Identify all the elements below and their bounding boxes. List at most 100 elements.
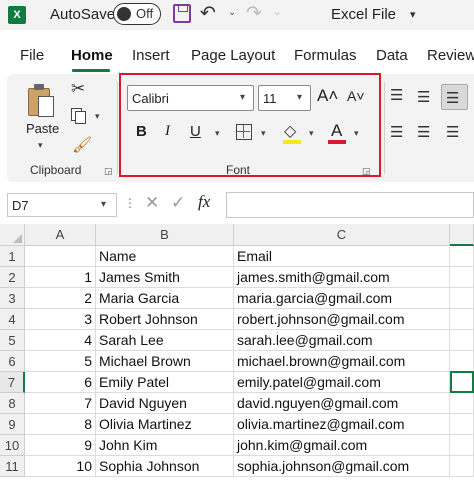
cell-b4[interactable]: Robert Johnson (96, 309, 234, 330)
cell-c10[interactable]: john.kim@gmail.com (234, 435, 450, 456)
cell-b11[interactable]: Sophia Johnson (96, 456, 234, 477)
cell-d2[interactable] (450, 267, 474, 288)
chevron-down-icon[interactable]: ▾ (410, 8, 416, 21)
cell-a5[interactable]: 4 (25, 330, 96, 351)
cell-b3[interactable]: Maria Garcia (96, 288, 234, 309)
redo-dropdown-icon[interactable]: ⌄ (273, 7, 281, 18)
align-left-icon[interactable]: ☰ (390, 123, 403, 141)
paste-dropdown-icon[interactable]: ▾ (38, 140, 43, 151)
cell-d8[interactable] (450, 393, 474, 414)
cell-a6[interactable]: 5 (25, 351, 96, 372)
row-header-5[interactable]: 5 (0, 330, 25, 351)
cell-b6[interactable]: Michael Brown (96, 351, 234, 372)
font-group-highlight (119, 73, 381, 177)
copy-dropdown-icon[interactable]: ▾ (95, 111, 100, 122)
column-header-c[interactable]: C (234, 224, 450, 246)
copy-icon[interactable] (71, 108, 86, 124)
row-header-11[interactable]: 11 (0, 456, 25, 477)
cell-b5[interactable]: Sarah Lee (96, 330, 234, 351)
align-center-icon[interactable]: ☰ (417, 123, 430, 141)
cell-d3[interactable] (450, 288, 474, 309)
active-cell-d7[interactable] (450, 371, 474, 393)
undo-icon[interactable]: ↶ (200, 2, 216, 25)
column-header-d[interactable] (450, 224, 474, 246)
cell-c2[interactable]: james.smith@gmail.com (234, 267, 450, 288)
cell-c11[interactable]: sophia.johnson@gmail.com (234, 456, 450, 477)
save-icon[interactable] (173, 4, 191, 23)
cell-d10[interactable] (450, 435, 474, 456)
row-header-10[interactable]: 10 (0, 435, 25, 456)
bottom-align-icon[interactable]: ☰ (446, 89, 459, 107)
row-header-1[interactable]: 1 (0, 246, 25, 267)
row-header-3[interactable]: 3 (0, 288, 25, 309)
paste-button[interactable]: Paste (26, 121, 59, 136)
cell-d6[interactable] (450, 351, 474, 372)
row-header-4[interactable]: 4 (0, 309, 25, 330)
top-align-icon[interactable]: ☰ (390, 86, 403, 104)
name-box-value: D7 (12, 198, 29, 213)
cell-c1[interactable]: Email (234, 246, 450, 267)
cell-b2[interactable]: James Smith (96, 267, 234, 288)
enter-icon[interactable]: ✓ (171, 193, 185, 213)
tab-file[interactable]: File (20, 47, 44, 64)
paste-icon[interactable] (28, 84, 56, 118)
cell-c8[interactable]: david.nguyen@gmail.com (234, 393, 450, 414)
cell-c3[interactable]: maria.garcia@gmail.com (234, 288, 450, 309)
cell-c7[interactable]: emily.patel@gmail.com (234, 372, 450, 393)
tab-formulas[interactable]: Formulas (294, 47, 357, 64)
cell-c6[interactable]: michael.brown@gmail.com (234, 351, 450, 372)
cell-a10[interactable]: 9 (25, 435, 96, 456)
insert-function-icon[interactable]: fx (198, 192, 210, 212)
row-header-2[interactable]: 2 (0, 267, 25, 288)
cell-a4[interactable]: 3 (25, 309, 96, 330)
cell-a7[interactable]: 6 (25, 372, 96, 393)
cell-d4[interactable] (450, 309, 474, 330)
tab-home[interactable]: Home (71, 47, 113, 64)
tab-data[interactable]: Data (376, 47, 408, 64)
cell-c9[interactable]: olivia.martinez@gmail.com (234, 414, 450, 435)
cell-c5[interactable]: sarah.lee@gmail.com (234, 330, 450, 351)
row-header-7[interactable]: 7 (0, 372, 25, 393)
cell-d1[interactable] (450, 246, 474, 267)
undo-dropdown-icon[interactable]: ⌄ (228, 7, 236, 18)
column-header-b[interactable]: B (96, 224, 234, 246)
cell-b9[interactable]: Olivia Martinez (96, 414, 234, 435)
cell-a1[interactable] (25, 246, 96, 267)
cell-a11[interactable]: 10 (25, 456, 96, 477)
file-title[interactable]: Excel File (331, 6, 396, 23)
autosave-state: Off (136, 6, 154, 21)
dialog-launcher-icon[interactable]: ◲ (104, 166, 113, 177)
cell-b7[interactable]: Emily Patel (96, 372, 234, 393)
formula-bar-resize-icon[interactable]: ⋮ (124, 196, 136, 210)
cell-a2[interactable]: 1 (25, 267, 96, 288)
ribbon-tabs: File Home Insert Page Layout Formulas Da… (0, 44, 474, 70)
format-painter-icon[interactable]: 🖌 (72, 135, 92, 155)
cell-a8[interactable]: 7 (25, 393, 96, 414)
formula-input[interactable] (226, 192, 474, 218)
autosave-label: AutoSave (50, 6, 116, 23)
cell-b10[interactable]: John Kim (96, 435, 234, 456)
row-header-6[interactable]: 6 (0, 351, 25, 372)
autosave-toggle[interactable]: Off (113, 3, 161, 25)
cut-icon[interactable]: ✂ (71, 79, 85, 99)
cell-d5[interactable] (450, 330, 474, 351)
cancel-icon[interactable]: ✕ (145, 193, 159, 213)
row-header-9[interactable]: 9 (0, 414, 25, 435)
tab-review[interactable]: Review (427, 47, 474, 64)
cell-c4[interactable]: robert.johnson@gmail.com (234, 309, 450, 330)
redo-icon[interactable]: ↷ (246, 2, 262, 25)
tab-insert[interactable]: Insert (132, 47, 170, 64)
name-box[interactable]: D7 ▾ (7, 193, 117, 217)
tab-page-layout[interactable]: Page Layout (191, 47, 275, 64)
cell-b8[interactable]: David Nguyen (96, 393, 234, 414)
cell-d11[interactable] (450, 456, 474, 477)
select-all-button[interactable] (0, 224, 25, 246)
cell-a9[interactable]: 8 (25, 414, 96, 435)
cell-d9[interactable] (450, 414, 474, 435)
cell-a3[interactable]: 2 (25, 288, 96, 309)
row-header-8[interactable]: 8 (0, 393, 25, 414)
align-right-icon[interactable]: ☰ (446, 123, 459, 141)
cell-b1[interactable]: Name (96, 246, 234, 267)
middle-align-icon[interactable]: ☰ (417, 88, 430, 106)
column-header-a[interactable]: A (25, 224, 96, 246)
